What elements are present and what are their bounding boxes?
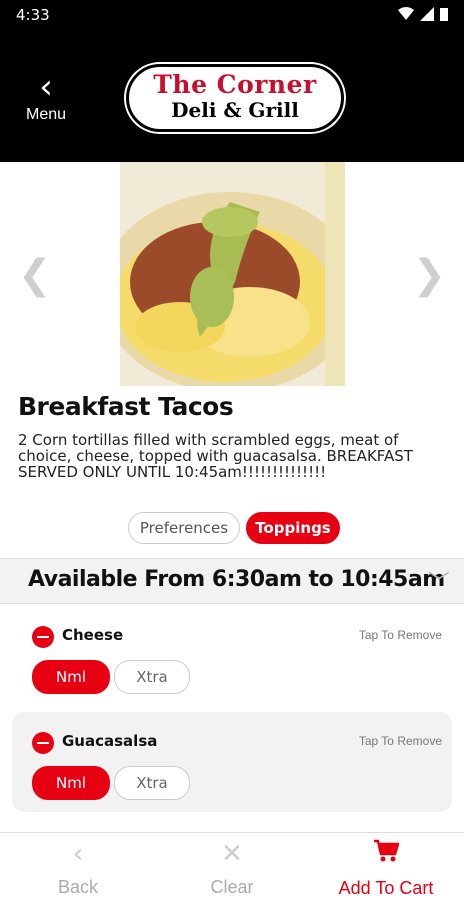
availability-section[interactable]: Available From 6:30am to 10:45am ﹀ [0, 558, 464, 604]
availability-text: Available From 6:30am to 10:45am [28, 567, 445, 592]
topping-item: Guacasalsa Tap To Remove Nml Xtra [12, 712, 452, 812]
status-icons [398, 7, 448, 21]
status-bar: 4:33 [0, 0, 464, 30]
option-xtra[interactable]: Xtra [114, 766, 190, 800]
chevron-left-icon: ‹ [39, 67, 53, 107]
bottom-action-bar: ‹ Back ✕ Clear Add To Cart [0, 832, 464, 901]
previous-image-icon[interactable]: ❮ [18, 252, 52, 298]
option-nml[interactable]: Nml [32, 660, 110, 694]
signal-icon [420, 7, 434, 21]
logo-line-1: The Corner [153, 70, 317, 99]
back-button[interactable]: ‹ Back [8, 839, 148, 898]
tab-preferences[interactable]: Preferences [128, 512, 240, 544]
wifi-icon [398, 7, 414, 20]
logo-line-2: Deli & Grill [171, 98, 299, 122]
clear-label: Clear [210, 877, 254, 897]
chevron-down-icon[interactable]: ﹀ [428, 565, 450, 597]
menu-button[interactable]: ‹ Menu [18, 70, 74, 130]
add-to-cart-button[interactable]: Add To Cart [316, 839, 456, 899]
item-description: 2 Corn tortillas filled with scrambled e… [18, 431, 413, 481]
remove-icon[interactable] [32, 732, 54, 754]
back-label: Back [57, 877, 99, 897]
menu-label: Menu [25, 106, 67, 123]
app-header: ‹ Menu The Corner Deli & Grill [0, 30, 464, 162]
cart-icon [316, 839, 456, 870]
tap-to-remove[interactable]: Tap To Remove [359, 628, 442, 642]
clear-button[interactable]: ✕ Clear [162, 839, 302, 898]
tap-to-remove[interactable]: Tap To Remove [359, 734, 442, 748]
restaurant-logo: The Corner Deli & Grill [126, 64, 344, 132]
topping-name: Guacasalsa [62, 732, 158, 750]
battery-icon [440, 8, 448, 21]
item-title: Breakfast Tacos [18, 392, 234, 421]
chevron-left-icon: ‹ [72, 839, 84, 869]
next-image-icon[interactable]: ❯ [412, 252, 446, 298]
tab-toppings[interactable]: Toppings [246, 512, 340, 544]
item-photo [120, 162, 345, 386]
option-tabs: Preferences Toppings [0, 512, 464, 546]
close-icon: ✕ [221, 839, 243, 869]
option-xtra[interactable]: Xtra [114, 660, 190, 694]
topping-name: Cheese [62, 626, 124, 644]
status-time: 4:33 [16, 6, 50, 24]
option-nml[interactable]: Nml [32, 766, 110, 800]
item-photo-carousel [0, 162, 464, 388]
remove-icon[interactable] [32, 626, 54, 648]
topping-item: Cheese Tap To Remove Nml Xtra [12, 606, 452, 706]
add-to-cart-label: Add To Cart [338, 878, 434, 898]
